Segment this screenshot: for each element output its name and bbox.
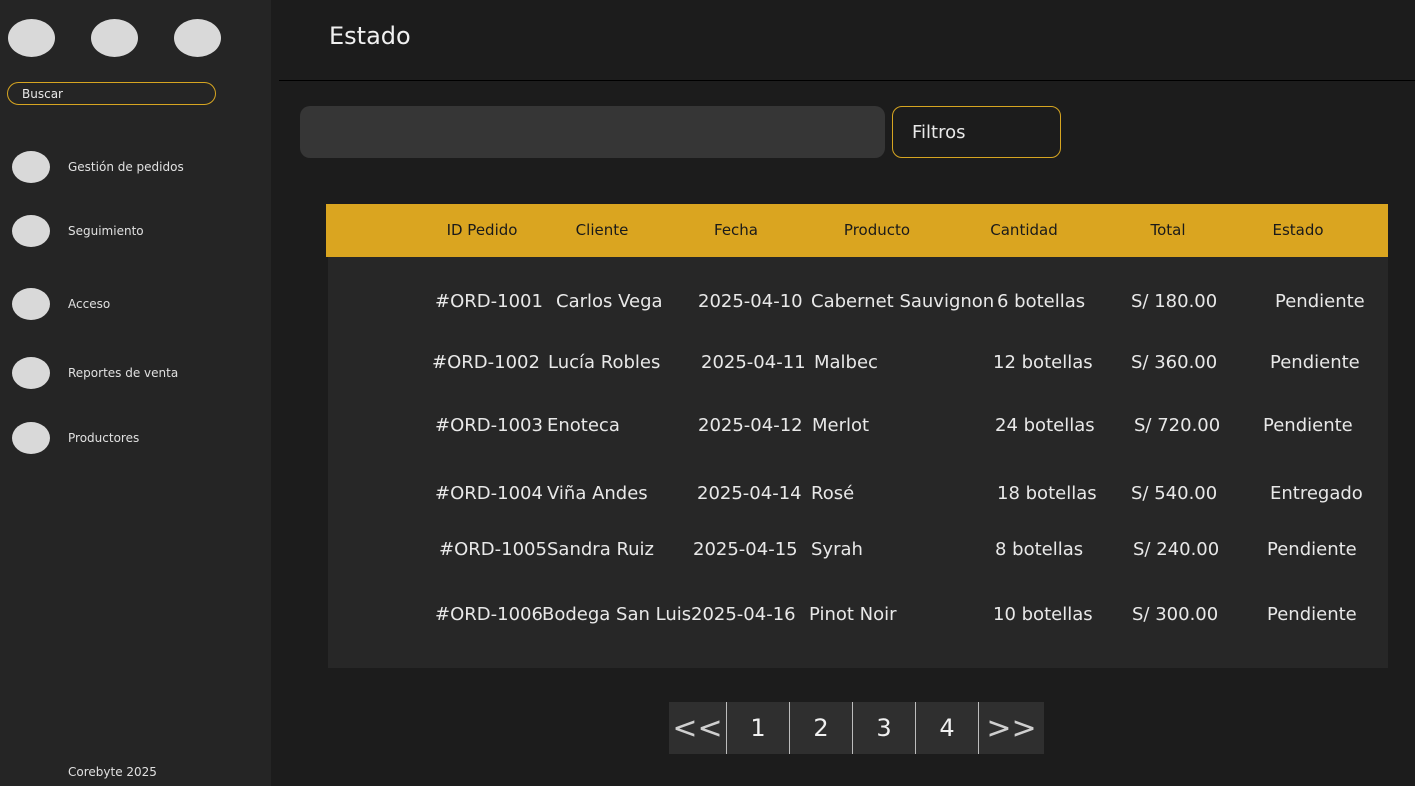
cell-estado: Entregado <box>1270 483 1363 504</box>
cell-fecha: 2025-04-12 <box>698 415 803 436</box>
cell-estado: Pendiente <box>1270 352 1360 373</box>
sidebar-item-label: Gestión de pedidos <box>68 160 184 174</box>
cell-producto: Malbec <box>814 352 878 373</box>
cell-producto: Merlot <box>812 415 870 436</box>
cell-fecha: 2025-04-15 <box>693 539 798 560</box>
cell-cantidad: 10 botellas <box>993 604 1093 625</box>
cell-estado: Pendiente <box>1275 291 1365 312</box>
cell-estado: Pendiente <box>1267 539 1357 560</box>
cell-fecha: 2025-04-10 <box>698 291 803 312</box>
cell-cliente: Enoteca <box>547 415 620 436</box>
page-button-2[interactable]: 2 <box>789 702 852 754</box>
column-header-fecha[interactable]: Fecha <box>714 204 758 257</box>
header-divider <box>279 80 1415 81</box>
sidebar-item-label: Seguimiento <box>68 224 144 238</box>
sidebar-item-gestion-pedidos[interactable]: Gestión de pedidos <box>12 151 184 183</box>
cell-total: S/ 720.00 <box>1134 415 1221 436</box>
sidebar-item-acceso[interactable]: Acceso <box>12 288 110 320</box>
cell-cliente: Carlos Vega <box>556 291 663 312</box>
cell-cantidad: 8 botellas <box>995 539 1084 560</box>
sidebar-item-reportes-venta[interactable]: Reportes de venta <box>12 357 178 389</box>
cell-total: S/ 180.00 <box>1131 291 1218 312</box>
cell-cantidad: 6 botellas <box>997 291 1086 312</box>
nav-circle-icon <box>12 215 50 247</box>
cell-total: S/ 240.00 <box>1133 539 1220 560</box>
sidebar-item-label: Reportes de venta <box>68 366 179 380</box>
window-control-3[interactable] <box>174 19 221 57</box>
column-header-cantidad[interactable]: Cantidad <box>990 204 1057 257</box>
cell-cantidad: 24 botellas <box>995 415 1095 436</box>
cell-id: #ORD-1004 <box>435 483 543 504</box>
column-header-producto[interactable]: Producto <box>844 204 910 257</box>
page-button-3[interactable]: 3 <box>852 702 915 754</box>
cell-cliente: Sandra Ruiz <box>547 539 654 560</box>
window-control-1[interactable] <box>8 19 55 57</box>
sidebar-search-input[interactable] <box>7 82 216 105</box>
column-header-cliente[interactable]: Cliente <box>576 204 629 257</box>
next-page-button[interactable]: >> <box>978 702 1044 754</box>
sidebar: Gestión de pedidos Seguimiento Acceso Re… <box>0 0 271 786</box>
table-body: #ORD-1001 Carlos Vega 2025-04-10 Caberne… <box>328 257 1388 668</box>
cell-producto: Rosé <box>811 483 855 504</box>
cell-cantidad: 12 botellas <box>993 352 1093 373</box>
main-search-input[interactable] <box>300 106 885 158</box>
sidebar-item-seguimiento[interactable]: Seguimiento <box>12 215 144 247</box>
cell-total: S/ 360.00 <box>1131 352 1218 373</box>
filters-button[interactable]: Filtros <box>892 106 1061 158</box>
cell-cliente: Bodega San Luis <box>542 604 692 625</box>
cell-producto: Pinot Noir <box>809 604 897 625</box>
cell-id: #ORD-1006 <box>435 604 543 625</box>
cell-cliente: Viña Andes <box>547 483 648 504</box>
column-header-estado[interactable]: Estado <box>1272 204 1323 257</box>
page-title: Estado <box>329 22 411 50</box>
cell-producto: Syrah <box>811 539 863 560</box>
sidebar-item-productores[interactable]: Productores <box>12 422 139 454</box>
table-header: ID Pedido Cliente Fecha Producto Cantida… <box>326 204 1388 257</box>
nav-circle-icon <box>12 422 50 454</box>
cell-estado: Pendiente <box>1267 604 1357 625</box>
previous-page-button[interactable]: << <box>669 702 726 754</box>
cell-producto: Cabernet Sauvignon <box>811 291 995 312</box>
column-header-total[interactable]: Total <box>1150 204 1185 257</box>
cell-cliente: Lucía Robles <box>548 352 661 373</box>
cell-id: #ORD-1002 <box>432 352 540 373</box>
nav-circle-icon <box>12 151 50 183</box>
column-header-id[interactable]: ID Pedido <box>447 204 518 257</box>
page-button-4[interactable]: 4 <box>915 702 978 754</box>
cell-total: S/ 300.00 <box>1132 604 1219 625</box>
page-button-1[interactable]: 1 <box>726 702 789 754</box>
cell-id: #ORD-1005 <box>439 539 547 560</box>
cell-fecha: 2025-04-14 <box>697 483 802 504</box>
nav-circle-icon <box>12 288 50 320</box>
window-control-2[interactable] <box>91 19 138 57</box>
nav-circle-icon <box>12 357 50 389</box>
cell-fecha: 2025-04-11 <box>701 352 806 373</box>
cell-fecha: 2025-04-16 <box>691 604 796 625</box>
sidebar-item-label: Productores <box>68 431 140 445</box>
cell-estado: Pendiente <box>1263 415 1353 436</box>
sidebar-item-label: Acceso <box>68 297 111 311</box>
cell-id: #ORD-1001 <box>435 291 543 312</box>
cell-total: S/ 540.00 <box>1131 483 1218 504</box>
cell-cantidad: 18 botellas <box>997 483 1097 504</box>
footer-text: Corebyte 2025 <box>68 765 157 779</box>
pagination: << 1 2 3 4 >> <box>669 702 1044 754</box>
cell-id: #ORD-1003 <box>435 415 543 436</box>
